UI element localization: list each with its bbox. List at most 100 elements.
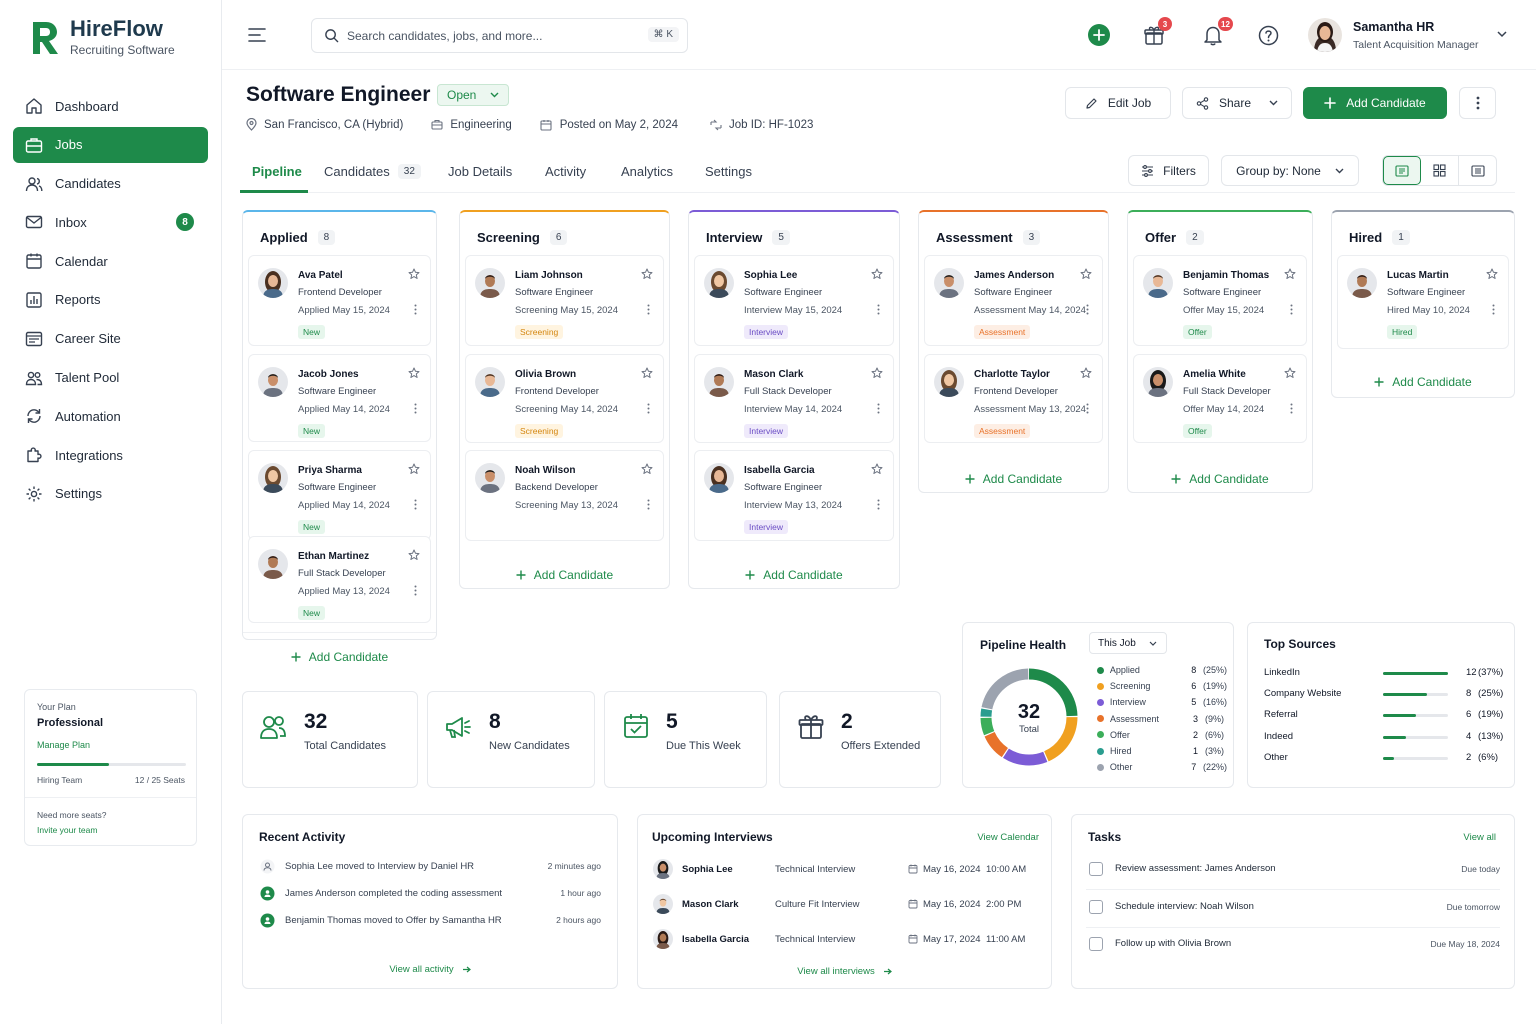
board-view-button[interactable] (1383, 156, 1421, 185)
candidate-card[interactable]: Benjamin Thomas Software Engineer Offer Ma… (1133, 255, 1307, 346)
user-menu-chevron-icon[interactable] (1497, 31, 1507, 38)
task-checkbox[interactable] (1089, 862, 1103, 876)
card-menu-icon[interactable] (647, 403, 650, 414)
card-menu-icon[interactable] (414, 403, 417, 414)
more-actions-button[interactable] (1459, 87, 1496, 119)
pipeline-scope-dropdown[interactable]: This Job (1089, 632, 1167, 654)
sidebar-item-dashboard[interactable]: Dashboard (13, 88, 208, 124)
view-all-activity-link[interactable]: View all activity (243, 964, 617, 975)
add-candidate-offer-button[interactable]: Add Candidate (1128, 472, 1312, 486)
sidebar-item-integrations[interactable]: Integrations (13, 437, 208, 473)
tab-candidates[interactable]: Candidates 32 (324, 164, 421, 179)
filters-button[interactable]: Filters (1128, 155, 1209, 186)
card-menu-icon[interactable] (877, 403, 880, 414)
view-all-interviews-link[interactable]: View all interviews (638, 966, 1051, 977)
app-logo[interactable]: HireFlow Recruiting Software (30, 18, 175, 57)
candidate-card[interactable]: Amelia White Full Stack Developer Offer Ma… (1133, 354, 1307, 443)
add-candidate-applied-button[interactable]: Add Candidate (243, 650, 436, 664)
tab-settings[interactable]: Settings (705, 164, 752, 179)
card-menu-icon[interactable] (1290, 304, 1293, 315)
candidate-card[interactable]: Charlotte Taylor Frontend Developer Assess… (924, 354, 1103, 443)
candidate-card[interactable]: Ava Patel Frontend Developer Applied May 1… (248, 255, 431, 346)
job-status-dropdown[interactable]: Open (437, 84, 510, 106)
sidebar-item-automation[interactable]: Automation (13, 398, 208, 434)
group-by-dropdown[interactable]: Group by: None (1221, 155, 1359, 186)
task-checkbox[interactable] (1089, 937, 1103, 951)
candidate-card[interactable]: Jacob Jones Software Engineer Applied May … (248, 354, 431, 442)
search-input[interactable] (347, 28, 627, 43)
card-menu-icon[interactable] (1290, 403, 1293, 414)
candidate-card[interactable]: Priya Sharma Software Engineer Applied May… (248, 450, 431, 540)
add-candidate-screening-button[interactable]: Add Candidate (460, 568, 669, 582)
candidate-card[interactable]: Mason Clark Full Stack Developer Interview… (694, 354, 894, 443)
card-menu-icon[interactable] (1086, 304, 1089, 315)
candidate-card[interactable]: Lucas Martin Software Engineer Hired May 1… (1337, 255, 1509, 349)
tab-analytics[interactable]: Analytics (621, 164, 673, 179)
candidate-card[interactable]: Liam Johnson Software Engineer Screening M… (465, 255, 664, 346)
share-button[interactable]: Share (1182, 87, 1292, 119)
sidebar-item-jobs[interactable]: Jobs (13, 126, 208, 163)
candidate-card[interactable]: Sophia Lee Software Engineer Interview May… (694, 255, 894, 346)
sidebar-item-settings[interactable]: Settings (13, 476, 208, 512)
sidebar-item-reports[interactable]: Reports (13, 282, 208, 318)
star-icon[interactable] (1284, 268, 1296, 280)
star-icon[interactable] (408, 549, 420, 561)
star-icon[interactable] (1080, 268, 1092, 280)
sidebar-item-career-site[interactable]: Career Site (13, 321, 208, 357)
user-role: Talent Acquisition Manager (1353, 39, 1479, 51)
add-candidate-assessment-button[interactable]: Add Candidate (919, 472, 1108, 486)
star-icon[interactable] (641, 463, 653, 475)
card-menu-icon[interactable] (877, 499, 880, 510)
add-candidate-button[interactable]: Add Candidate (1303, 87, 1447, 119)
view-all-tasks-link[interactable]: View all (1463, 832, 1496, 843)
card-menu-icon[interactable] (877, 304, 880, 315)
stat-new-candidates: 8 New Candidates (427, 691, 595, 788)
card-menu-icon[interactable] (1086, 403, 1089, 414)
star-icon[interactable] (1486, 268, 1498, 280)
candidate-card[interactable]: Olivia Brown Frontend Developer Screening … (465, 354, 664, 443)
star-icon[interactable] (1080, 367, 1092, 379)
star-icon[interactable] (871, 268, 883, 280)
candidate-card[interactable]: Ethan Martinez Full Stack Developer Applie… (248, 536, 431, 623)
card-menu-icon[interactable] (647, 304, 650, 315)
star-icon[interactable] (408, 463, 420, 475)
card-menu-icon[interactable] (414, 585, 417, 596)
card-menu-icon[interactable] (414, 304, 417, 315)
sidebar-item-talent-pool[interactable]: Talent Pool (13, 360, 208, 396)
manage-plan-link[interactable]: Manage Plan (37, 740, 90, 750)
seats-progress-fill (37, 763, 109, 766)
view-calendar-link[interactable]: View Calendar (977, 832, 1039, 843)
candidate-card[interactable]: Noah Wilson Backend Developer Screening Ma… (465, 450, 664, 541)
quick-add-button[interactable] (1088, 24, 1110, 46)
interviewee-name: Sophia Lee (682, 864, 733, 875)
add-candidate-hired-button[interactable]: Add Candidate (1332, 375, 1514, 389)
tab-activity[interactable]: Activity (545, 164, 586, 179)
candidate-card[interactable]: Isabella Garcia Software Engineer Intervie… (694, 450, 894, 541)
tab-pipeline[interactable]: Pipeline (252, 164, 302, 179)
share-icon (1196, 96, 1209, 110)
grid-view-button[interactable] (1421, 156, 1459, 185)
star-icon[interactable] (408, 268, 420, 280)
candidate-card[interactable]: James Anderson Software Engineer Assessmen… (924, 255, 1103, 346)
card-menu-icon[interactable] (1492, 304, 1495, 315)
help-button[interactable] (1258, 25, 1279, 46)
star-icon[interactable] (641, 367, 653, 379)
card-menu-icon[interactable] (414, 499, 417, 510)
sidebar-item-inbox[interactable]: Inbox 8 (13, 204, 208, 240)
sidebar-item-calendar[interactable]: Calendar (13, 243, 208, 279)
user-avatar[interactable] (1308, 18, 1342, 52)
edit-job-button[interactable]: Edit Job (1065, 87, 1171, 119)
star-icon[interactable] (871, 463, 883, 475)
task-checkbox[interactable] (1089, 899, 1103, 914)
menu-toggle-icon[interactable] (248, 28, 266, 42)
list-view-button[interactable] (1458, 156, 1496, 185)
add-candidate-interview-button[interactable]: Add Candidate (689, 568, 899, 582)
star-icon[interactable] (641, 268, 653, 280)
star-icon[interactable] (408, 367, 420, 379)
invite-team-link[interactable]: Invite your team (37, 825, 97, 835)
star-icon[interactable] (871, 367, 883, 379)
tab-job-details[interactable]: Job Details (448, 164, 512, 179)
card-menu-icon[interactable] (647, 499, 650, 510)
sidebar-item-candidates[interactable]: Candidates (13, 166, 208, 202)
star-icon[interactable] (1284, 367, 1296, 379)
